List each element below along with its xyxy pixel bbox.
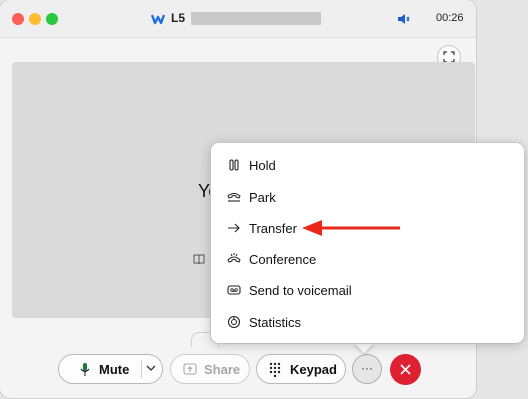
window-title: L5 [171,11,186,25]
maximize-window-button[interactable] [46,13,58,25]
menu-item-voicemail[interactable]: Send to voicemail [211,276,524,304]
minimize-window-button[interactable] [29,13,41,25]
menu-item-conference[interactable]: Conference [211,245,524,273]
more-options-button[interactable]: ··· [352,354,382,384]
keypad-icon [269,362,281,377]
mute-label: Mute [99,362,130,377]
menu-item-hold[interactable]: Hold [211,151,524,179]
close-window-button[interactable] [12,13,24,25]
menu-item-statistics[interactable]: Statistics [211,308,524,336]
menu-item-label: Park [249,190,276,205]
menu-item-label: Conference [249,252,317,267]
menu-item-label: Transfer [249,221,297,236]
chevron-down-icon[interactable] [146,365,156,372]
speaker-icon[interactable] [396,12,410,26]
conference-icon [227,253,241,263]
annotation-arrow-icon [302,220,400,236]
keypad-label: Keypad [290,362,337,377]
transfer-arrow-icon [228,223,240,233]
mute-button[interactable]: Mute [58,354,163,384]
keypad-button[interactable]: Keypad [256,354,346,384]
menu-item-label: Hold [249,158,276,173]
title-bar: L5 00:26 [0,0,476,38]
menu-item-label: Statistics [249,315,302,330]
microphone-icon [80,363,90,376]
webex-app-icon [151,14,165,25]
more-options-menu: Hold Park Transfer Conference Send to vo… [211,143,524,343]
mute-divider [141,360,142,378]
menu-item-park[interactable]: Park [211,183,524,211]
end-call-button[interactable] [390,354,421,385]
close-icon [400,364,411,375]
share-label: Share [204,362,241,377]
book-icon [193,254,205,265]
voicemail-icon [227,285,241,295]
call-timer: 00:26 [436,12,464,24]
statistics-icon [227,315,241,329]
share-screen-icon [183,363,197,375]
park-icon [227,193,241,202]
hold-icon [229,159,239,171]
share-button[interactable]: Share [170,354,250,384]
menu-item-label: Send to voicemail [249,283,352,298]
redacted-caller-info [191,12,321,25]
